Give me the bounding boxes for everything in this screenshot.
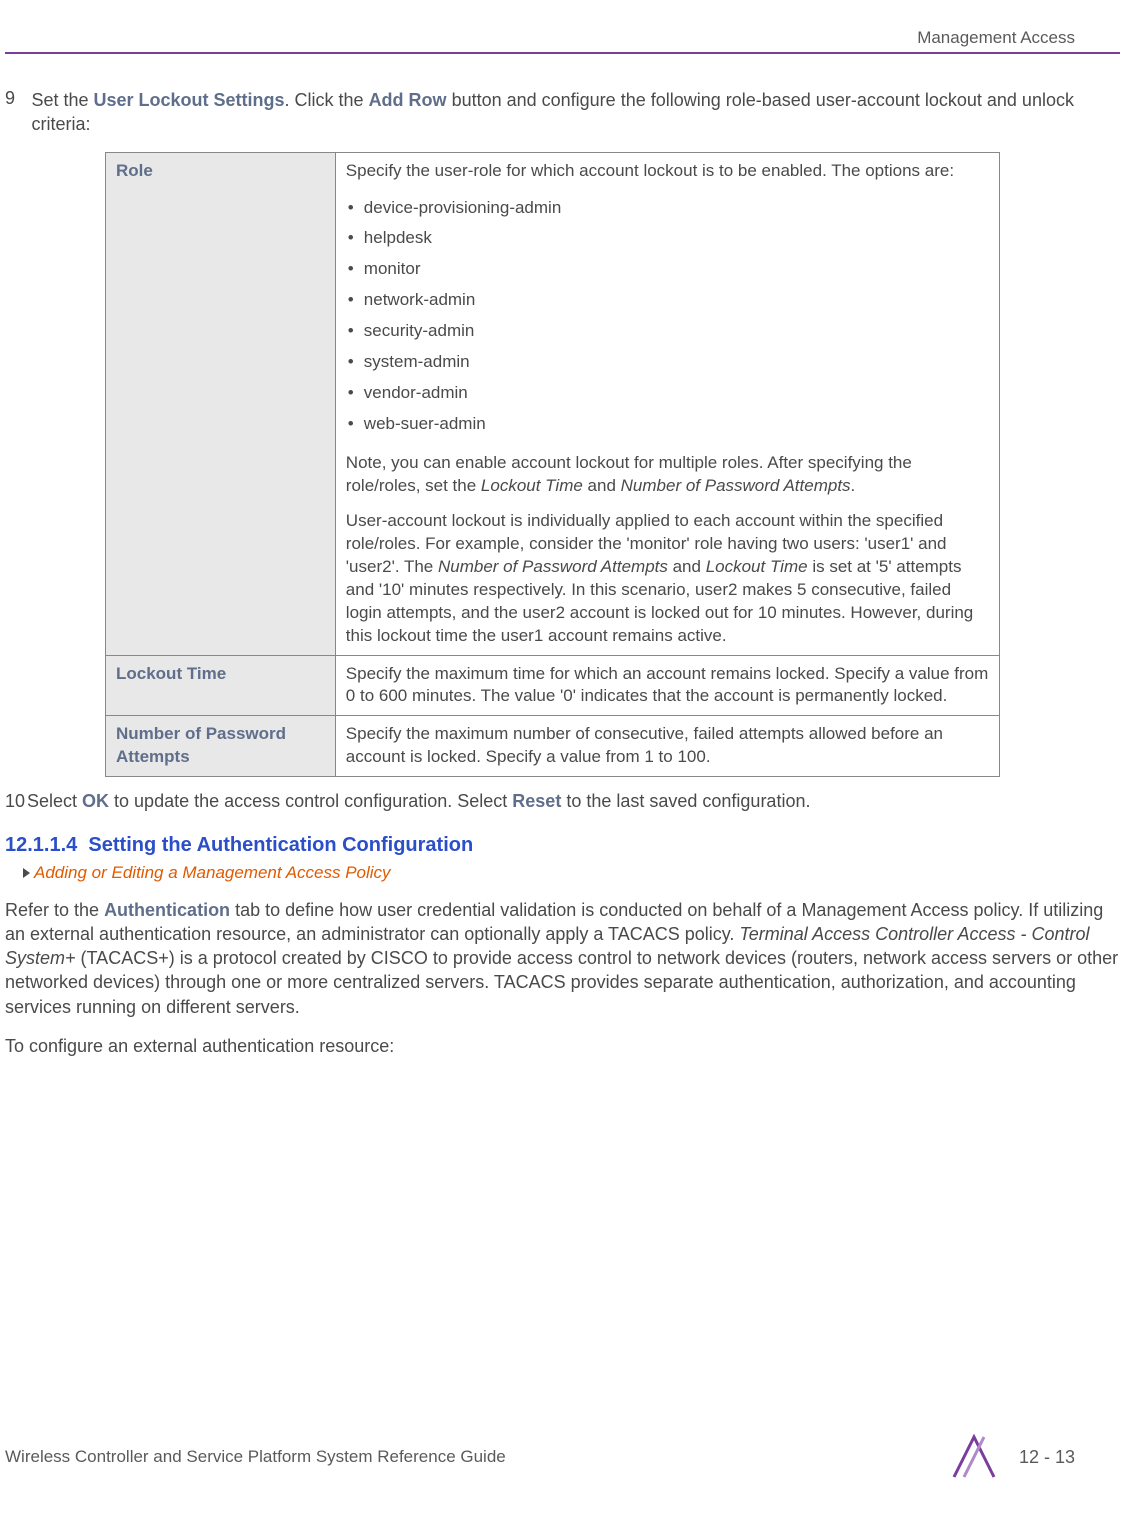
note-italic1: Lockout Time <box>481 476 583 495</box>
step9-bold2: Add Row <box>369 90 447 110</box>
page-number: 12 - 13 <box>1019 1447 1075 1468</box>
para1-prefix: Refer to the <box>5 900 104 920</box>
page-footer: Wireless Controller and Service Platform… <box>5 1432 1075 1482</box>
role-intro: Specify the user-role for which account … <box>346 160 989 183</box>
arrow-right-icon <box>23 868 30 878</box>
step10-prefix: Select <box>27 791 82 811</box>
note-suffix: . <box>851 476 856 495</box>
note-mid: and <box>583 476 621 495</box>
step-9-text: Set the User Lockout Settings. Click the… <box>31 88 1116 137</box>
example-italic1: Number of Password Attempts <box>438 557 668 576</box>
header-divider <box>5 52 1120 54</box>
role-value-cell: Specify the user-role for which account … <box>335 152 999 655</box>
step-10: 10Select OK to update the access control… <box>5 789 1120 813</box>
role-label-cell: Role <box>106 152 336 655</box>
logo-icon <box>949 1432 999 1482</box>
step9-mid: . Click the <box>285 90 369 110</box>
note-italic2: Number of Password Attempts <box>621 476 851 495</box>
list-item: web-suer-admin <box>346 409 989 440</box>
para1-suffix: (TACACS+) is a protocol created by CISCO… <box>5 948 1118 1017</box>
configure-intro: To configure an external authentication … <box>5 1034 1120 1058</box>
footer-guide-title: Wireless Controller and Service Platform… <box>5 1447 506 1467</box>
lockout-time-value: Specify the maximum time for which an ac… <box>335 655 999 716</box>
step-9-number: 9 <box>5 88 27 109</box>
step10-bold1: OK <box>82 791 109 811</box>
step9-prefix: Set the <box>31 90 93 110</box>
step-9: 9 Set the User Lockout Settings. Click t… <box>5 88 1120 137</box>
step10-suffix: to the last saved configuration. <box>561 791 810 811</box>
example-italic2: Lockout Time <box>706 557 808 576</box>
list-item: security-admin <box>346 316 989 347</box>
password-attempts-label: Number of Password Attempts <box>106 716 336 777</box>
list-item: network-admin <box>346 285 989 316</box>
breadcrumb-text: Adding or Editing a Management Access Po… <box>34 863 391 882</box>
page-content: 9 Set the User Lockout Settings. Click t… <box>5 88 1120 1058</box>
list-item: monitor <box>346 254 989 285</box>
role-options-list: device-provisioning-admin helpdesk monit… <box>346 193 989 441</box>
step-10-number: 10 <box>5 789 27 813</box>
password-attempts-value: Specify the maximum number of consecutiv… <box>335 716 999 777</box>
step10-mid: to update the access control configurati… <box>109 791 512 811</box>
lockout-settings-table: Role Specify the user-role for which acc… <box>105 152 1000 778</box>
breadcrumb: Adding or Editing a Management Access Po… <box>23 863 1120 883</box>
auth-paragraph: Refer to the Authentication tab to defin… <box>5 898 1120 1019</box>
para1-bold1: Authentication <box>104 900 230 920</box>
step10-bold2: Reset <box>512 791 561 811</box>
example-mid1: and <box>668 557 706 576</box>
role-note: Note, you can enable account lockout for… <box>346 452 989 498</box>
section-number: 12.1.1.4 <box>5 834 77 856</box>
table-row: Number of Password Attempts Specify the … <box>106 716 1000 777</box>
table-row: Lockout Time Specify the maximum time fo… <box>106 655 1000 716</box>
list-item: device-provisioning-admin <box>346 193 989 224</box>
table-row: Role Specify the user-role for which acc… <box>106 152 1000 655</box>
step9-bold1: User Lockout Settings <box>94 90 285 110</box>
list-item: helpdesk <box>346 223 989 254</box>
footer-right: 12 - 13 <box>949 1432 1075 1482</box>
list-item: system-admin <box>346 347 989 378</box>
section-title: Setting the Authentication Configuration <box>88 834 473 856</box>
lockout-time-label: Lockout Time <box>106 655 336 716</box>
role-example: User-account lockout is individually app… <box>346 510 989 648</box>
section-heading: 12.1.1.4 Setting the Authentication Conf… <box>5 834 1120 857</box>
list-item: vendor-admin <box>346 378 989 409</box>
header-section-title: Management Access <box>917 28 1075 48</box>
